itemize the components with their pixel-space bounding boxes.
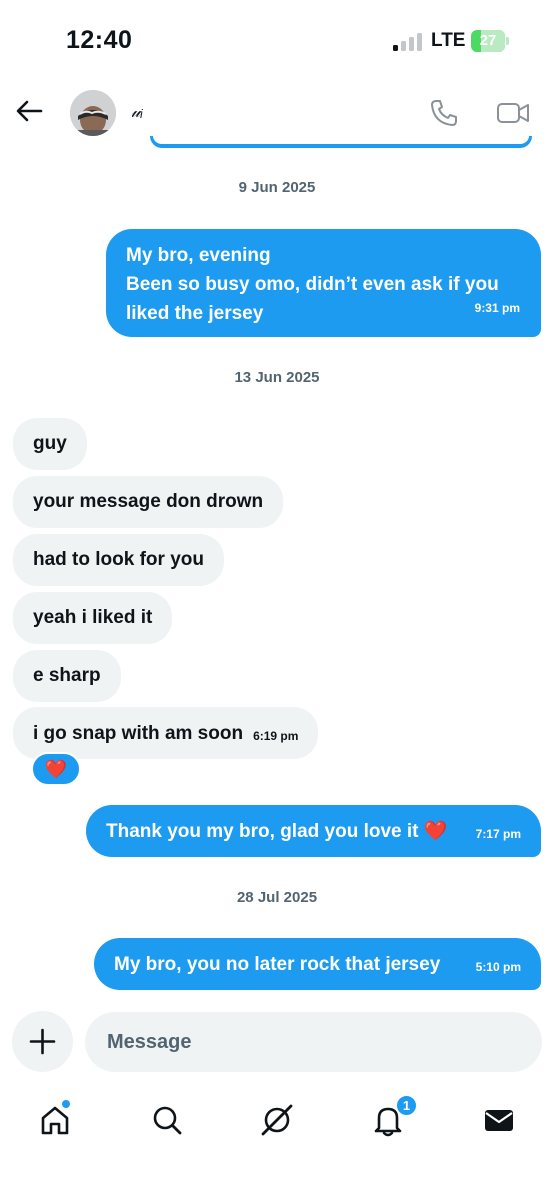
search-icon	[153, 1106, 182, 1135]
video-call-button[interactable]	[496, 97, 530, 129]
message-time: 9:31 pm	[474, 301, 520, 315]
back-arrow-icon	[16, 100, 43, 122]
message-text: liked the jersey	[126, 303, 264, 324]
received-message[interactable]: yeah i liked it	[13, 592, 173, 644]
status-bar: 12:40 LTE 27	[0, 0, 554, 84]
message-text: your message don drown	[33, 491, 264, 512]
message-time: 5:10 pm	[475, 959, 521, 974]
network-type: LTE	[431, 30, 466, 51]
avatar[interactable]	[70, 90, 116, 136]
battery-icon: 27	[471, 30, 509, 52]
message-text: i go snap with am soon	[33, 722, 244, 744]
add-attachment-button[interactable]	[12, 1011, 73, 1072]
signal-icon	[393, 33, 425, 51]
received-message[interactable]: your message don drown	[13, 476, 284, 528]
sent-message[interactable]: My bro, you no later rock that jersey 5:…	[94, 938, 541, 990]
previous-message-edge	[150, 136, 532, 148]
message-text: had to look for you	[33, 549, 204, 570]
message-time: 6:19 pm	[253, 728, 299, 743]
received-message[interactable]: e sharp	[13, 650, 121, 702]
message-text: My bro, you no later rock that jersey	[114, 953, 441, 975]
nav-home[interactable]	[33, 1098, 77, 1142]
message-text: guy	[33, 433, 67, 454]
date-separator: 13 Jun 2025	[234, 369, 320, 386]
call-button[interactable]	[428, 97, 460, 129]
bottom-nav: 1	[0, 1080, 554, 1200]
date-separator: 9 Jun 2025	[238, 179, 316, 196]
notifications-badge: 1	[395, 1094, 418, 1117]
phone-icon	[431, 100, 457, 126]
message-time: 7:17 pm	[475, 826, 521, 841]
messages-icon	[485, 1110, 513, 1131]
message-text: Been so busy omo, didn’t even ask if you	[126, 274, 499, 295]
date-separator: 28 Jul 2025	[236, 889, 318, 906]
grok-icon	[261, 1104, 293, 1136]
message-text: e sharp	[33, 665, 101, 686]
video-icon	[497, 103, 529, 123]
plus-icon	[29, 1028, 56, 1055]
message-text: Thank you my bro, glad you love it ❤️	[106, 820, 448, 842]
status-time: 12:40	[66, 26, 133, 54]
home-unread-dot	[62, 1100, 70, 1108]
back-button[interactable]	[12, 94, 46, 128]
message-text: yeah i liked it	[33, 607, 153, 628]
sent-message[interactable]: My bro, evening Been so busy omo, didn’t…	[106, 229, 541, 337]
nav-messages[interactable]	[477, 1098, 521, 1142]
received-message[interactable]: guy	[13, 418, 87, 470]
message-text: My bro, evening	[126, 245, 271, 266]
nav-grok[interactable]	[255, 1098, 299, 1142]
battery-level: 27	[479, 32, 497, 49]
contact-name[interactable]: 𝓊ᵢ	[131, 102, 143, 122]
nav-search[interactable]	[145, 1098, 189, 1142]
message-input[interactable]	[85, 1012, 542, 1072]
heart-reaction[interactable]: ❤️	[31, 752, 81, 786]
sent-message[interactable]: Thank you my bro, glad you love it ❤️ 7:…	[86, 805, 541, 857]
received-message[interactable]: had to look for you	[13, 534, 224, 586]
home-icon	[41, 1106, 69, 1135]
